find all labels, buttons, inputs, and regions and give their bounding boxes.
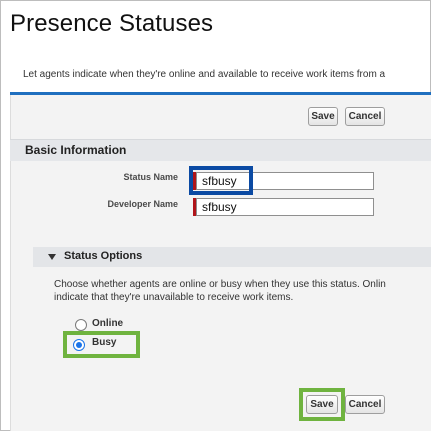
status-name-highlight — [189, 166, 253, 195]
save-button-top[interactable]: Save — [308, 107, 338, 126]
save-button-highlight — [299, 388, 345, 421]
collapse-triangle-icon[interactable] — [48, 254, 56, 260]
online-radio[interactable] — [75, 319, 87, 331]
status-options-help-line-1: Choose whether agents are online or busy… — [54, 279, 386, 290]
online-radio-label[interactable]: Online — [92, 318, 123, 329]
cancel-button-top[interactable]: Cancel — [345, 107, 385, 126]
basic-information-title: Basic Information — [25, 143, 127, 157]
developer-name-label: Developer Name — [107, 199, 178, 209]
developer-name-input[interactable]: sfbusy — [196, 198, 374, 216]
status-name-label: Status Name — [123, 172, 178, 182]
status-options-title: Status Options — [64, 250, 143, 262]
page-description: Let agents indicate when they're online … — [23, 69, 386, 80]
cancel-button-bottom[interactable]: Cancel — [345, 395, 385, 414]
status-options-help-line-2: indicate that they're unavailable to rec… — [54, 292, 294, 303]
busy-option-highlight — [63, 331, 140, 358]
page-title: Presence Statuses — [10, 10, 214, 37]
